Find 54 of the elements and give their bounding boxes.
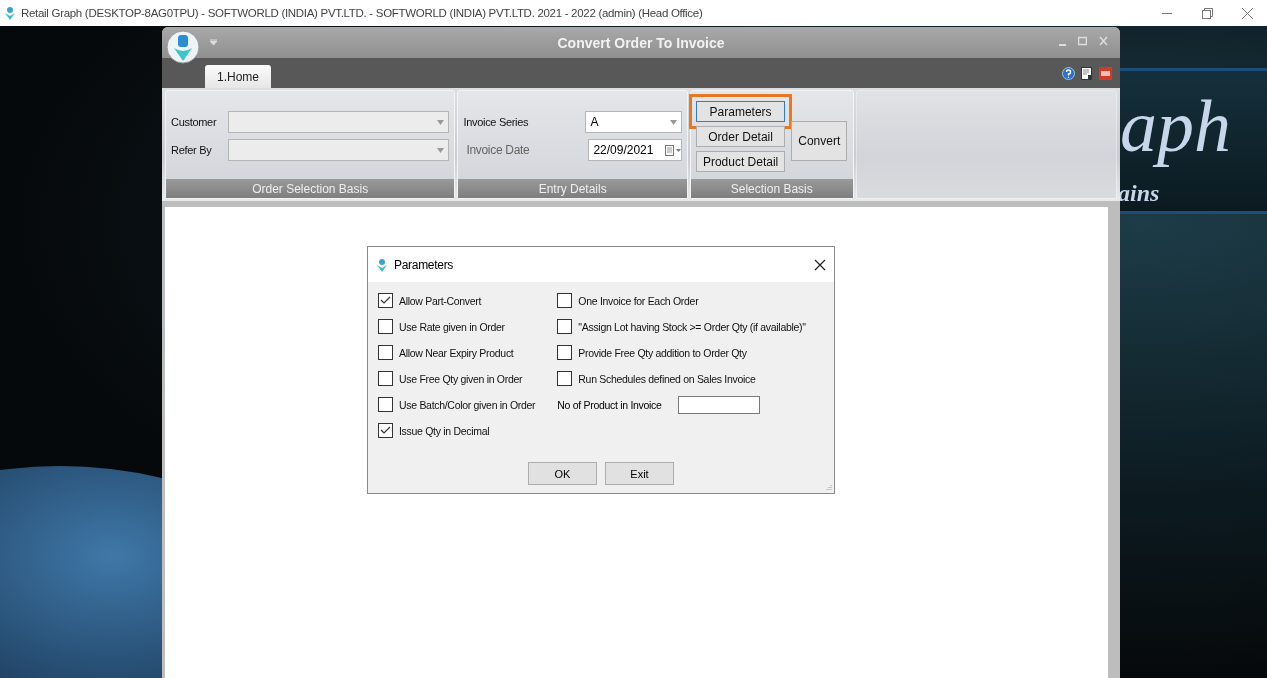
app-logo-icon bbox=[376, 257, 388, 272]
restore-button[interactable] bbox=[1201, 7, 1213, 19]
dialog-button[interactable]: Exit bbox=[605, 462, 674, 485]
ribbon-button[interactable]: Order Detail bbox=[695, 126, 786, 147]
checkbox[interactable] bbox=[378, 345, 393, 360]
option-checkbox[interactable]: Issue Qty in Decimal bbox=[378, 422, 536, 439]
close-button[interactable] bbox=[814, 258, 826, 271]
app-logo-icon bbox=[4, 6, 16, 20]
checkbox[interactable] bbox=[378, 397, 393, 412]
field-label: Customer bbox=[171, 116, 218, 128]
convert-button[interactable]: Convert bbox=[791, 121, 848, 161]
minimize-button[interactable] bbox=[1162, 12, 1172, 14]
dropdown-caret-icon[interactable] bbox=[437, 119, 445, 125]
checkbox[interactable] bbox=[557, 293, 573, 308]
group-caption: Entry Details bbox=[458, 179, 687, 198]
checkbox[interactable] bbox=[378, 293, 393, 308]
combo-box[interactable]: A bbox=[585, 111, 682, 133]
option-checkbox[interactable]: Use Rate given in Order bbox=[378, 318, 536, 335]
field-label: Invoice Date bbox=[465, 143, 531, 157]
backdrop-text: ains bbox=[1118, 180, 1160, 207]
checkbox[interactable] bbox=[378, 371, 393, 386]
exit-icon[interactable] bbox=[1099, 66, 1112, 80]
resize-grip-icon[interactable] bbox=[825, 484, 832, 491]
field-label: No of Product in Invoice bbox=[557, 398, 662, 411]
option-checkbox[interactable]: Allow Near Expiry Product bbox=[378, 344, 536, 361]
option-checkbox[interactable]: Run Schedules defined on Sales Invoice bbox=[557, 370, 806, 387]
checkbox[interactable] bbox=[378, 423, 393, 438]
window-title: Convert Order To Invoice bbox=[557, 34, 725, 51]
option-checkbox[interactable]: Allow Part-Convert bbox=[378, 292, 536, 309]
dialog-button[interactable]: OK bbox=[528, 462, 597, 485]
document-icon[interactable] bbox=[1081, 66, 1093, 80]
option-checkbox[interactable]: One Invoice for Each Order bbox=[557, 292, 806, 309]
option-checkbox[interactable]: Use Batch/Color given in Order bbox=[378, 396, 536, 413]
dropdown-caret-icon[interactable] bbox=[437, 147, 445, 153]
checkbox[interactable] bbox=[557, 319, 573, 334]
checkbox[interactable] bbox=[557, 371, 573, 386]
group-caption: Selection Basis bbox=[690, 179, 853, 198]
option-checkbox[interactable]: "Assign Lot having Stock >= Order Qty (if available)" bbox=[557, 318, 806, 335]
dropdown-caret-icon[interactable] bbox=[669, 119, 677, 125]
input-field[interactable] bbox=[677, 395, 760, 414]
help-icon[interactable] bbox=[1062, 66, 1075, 80]
checkbox[interactable] bbox=[557, 345, 573, 360]
checkbox[interactable] bbox=[378, 319, 393, 334]
ribbon-tab[interactable]: 1.Home bbox=[205, 65, 272, 88]
option-checkbox[interactable]: Provide Free Qty addition to Order Qty bbox=[557, 344, 806, 361]
group-caption: Order Selection Basis bbox=[166, 179, 455, 198]
backdrop-text: aph bbox=[1120, 84, 1231, 169]
window-title: Retail Graph (DESKTOP-8AG0TPU) - SOFTWORLD (INDIA) PVT.LTD. - SOFTWORLD (INDIA) PVT.LTD. 2021 - 2022 (admin) (Head Office) bbox=[21, 7, 704, 19]
field-label: Invoice Series bbox=[463, 116, 530, 128]
ribbon-button[interactable]: Product Detail bbox=[695, 151, 786, 172]
option-checkbox[interactable]: Use Free Qty given in Order bbox=[378, 370, 536, 387]
field-label: Refer By bbox=[171, 144, 213, 156]
calendar-icon[interactable] bbox=[664, 144, 681, 156]
dialog-title: Parameters bbox=[394, 257, 455, 272]
